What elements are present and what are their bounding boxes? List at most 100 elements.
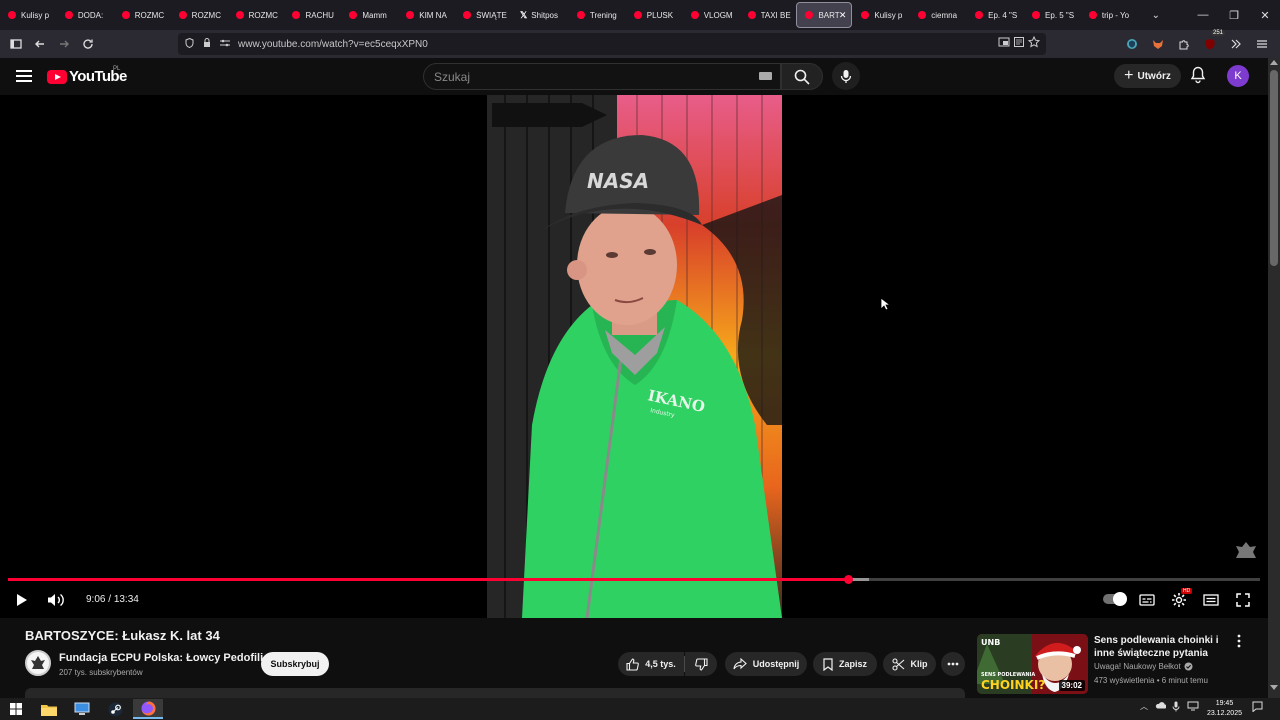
search-button[interactable] (781, 63, 823, 90)
description-box[interactable] (25, 688, 965, 698)
browser-tab[interactable]: trip - Yo (1081, 2, 1137, 28)
recommended-title[interactable]: Sens podlewania choinki i inne świąteczn… (1094, 634, 1224, 660)
miniplayer-button[interactable] (1202, 590, 1220, 610)
browser-tab[interactable]: ŚWIĄTE (455, 2, 511, 28)
tray-expand-icon[interactable]: ︿ (1140, 701, 1148, 712)
scrubber-handle[interactable] (843, 574, 853, 584)
youtube-icon (633, 11, 642, 19)
browser-tab[interactable]: Kulisy p (853, 2, 909, 28)
browser-tab[interactable]: TAXI BE (740, 2, 796, 28)
search-input[interactable] (434, 69, 734, 84)
youtube-icon (690, 11, 699, 19)
browser-tab[interactable]: ROZMC (114, 2, 170, 28)
permissions-icon[interactable] (216, 39, 234, 50)
like-button[interactable]: 4,5 tys. (618, 652, 684, 676)
taskbar-clock[interactable]: 19:45 23.12.2025 (1207, 699, 1242, 719)
progress-bar[interactable] (8, 574, 1260, 584)
browser-tab[interactable]: ROZMC (171, 2, 227, 28)
guide-menu-icon[interactable] (16, 70, 32, 82)
more-actions-button[interactable] (941, 652, 965, 676)
account-avatar[interactable]: K (1227, 65, 1249, 87)
mute-button[interactable] (46, 590, 66, 610)
gear-icon (1172, 593, 1186, 607)
clip-button[interactable]: Klip (883, 652, 936, 676)
video-frame[interactable]: IKANO Industry NASA (487, 95, 782, 618)
channel-watermark-icon[interactable] (1234, 541, 1258, 559)
ublock-extension-icon[interactable]: 251 (1198, 30, 1225, 56)
browser-tab[interactable]: ciemna (910, 2, 966, 28)
minimize-button[interactable]: — (1186, 0, 1220, 30)
browser-tab-active[interactable]: BART ✕ (796, 2, 853, 28)
channel-avatar[interactable] (25, 650, 51, 676)
keyboard-icon[interactable] (759, 72, 772, 80)
channel-name[interactable]: Fundacja ECPU Polska: Łowcy Pedofili (59, 652, 263, 664)
forward-button[interactable] (52, 32, 76, 56)
lock-icon[interactable] (198, 37, 216, 51)
autoplay-toggle[interactable] (1103, 592, 1127, 606)
overflow-chevrons-icon[interactable] (1224, 32, 1248, 56)
browser-tab[interactable]: VLOGM (683, 2, 739, 28)
youtube-icon (8, 11, 16, 19)
sidebar-toggle-icon[interactable] (4, 32, 28, 56)
voice-search-button[interactable] (832, 62, 860, 90)
picture-in-picture-icon[interactable] (998, 36, 1010, 51)
save-button[interactable]: Zapisz (813, 652, 877, 676)
browser-tab[interactable]: Trening (569, 2, 625, 28)
volume-icon (48, 593, 64, 607)
browser-tab[interactable]: Mamm (341, 2, 397, 28)
notifications-bell-icon[interactable] (1190, 66, 1206, 89)
url-text[interactable]: www.youtube.com/watch?v=ec5ceqxXPN0 (238, 39, 428, 50)
search-box[interactable] (423, 63, 781, 90)
scroll-down-arrow-icon[interactable] (1270, 685, 1278, 690)
scroll-up-arrow-icon[interactable] (1270, 60, 1278, 65)
this-pc-taskbar-icon[interactable] (67, 699, 97, 719)
create-button[interactable]: + Utwórz (1114, 64, 1181, 88)
windows-taskbar: ︿ 19:45 23.12.2025 (0, 698, 1280, 720)
start-button[interactable] (1, 699, 31, 719)
share-button[interactable]: Udostępnij (725, 652, 807, 676)
video-player[interactable]: IKANO Industry NASA 9:06 / 13:34 HD (0, 95, 1268, 618)
like-count: 4,5 tys. (645, 659, 676, 669)
scrollbar-thumb[interactable] (1270, 70, 1278, 266)
steam-taskbar-icon[interactable] (100, 699, 130, 719)
browser-tab[interactable]: PLUSK (626, 2, 682, 28)
bookmark-star-icon[interactable] (1027, 35, 1041, 51)
fullscreen-button[interactable] (1234, 590, 1252, 610)
recommended-thumbnail[interactable]: UNB SENS PODLEWANIA CHOINKI? 39:02 (977, 634, 1088, 694)
youtube-icon (406, 11, 415, 19)
reload-button[interactable] (76, 32, 100, 56)
subtitles-button[interactable] (1138, 590, 1156, 610)
onedrive-icon[interactable] (1155, 701, 1167, 711)
browser-tab[interactable]: DODA: (57, 2, 113, 28)
notification-center-icon[interactable] (1252, 701, 1263, 714)
subscribe-button[interactable]: Subskrybuj (261, 652, 329, 676)
browser-tab[interactable]: ROZMC (228, 2, 284, 28)
browser-tab[interactable]: Ep. 5 "S (1024, 2, 1080, 28)
browser-tab[interactable]: RACHU (284, 2, 340, 28)
vpn-extension-icon[interactable] (1120, 32, 1144, 56)
address-bar[interactable]: www.youtube.com/watch?v=ec5ceqxXPN0 (178, 33, 1046, 55)
browser-menu-icon[interactable] (1250, 32, 1274, 56)
browser-tab[interactable]: KIM NA (398, 2, 454, 28)
network-icon[interactable] (1187, 701, 1199, 713)
browser-tab[interactable]: 𝕏 Shitpos (512, 2, 568, 28)
firefox-taskbar-icon[interactable] (133, 699, 163, 719)
recommended-channel[interactable]: Uwaga! Naukowy Bełkot (1094, 662, 1193, 671)
tab-close-icon[interactable]: ✕ (839, 10, 847, 21)
fox-extension-icon[interactable] (1146, 32, 1170, 56)
dislike-button[interactable] (685, 652, 717, 676)
browser-tab[interactable]: Ep. 4 "S (967, 2, 1023, 28)
tab-list-chevron-icon[interactable]: ⌄ (1144, 3, 1168, 27)
shield-icon[interactable] (180, 37, 198, 51)
reader-view-icon[interactable] (1013, 36, 1025, 51)
close-window-button[interactable]: ✕ (1248, 0, 1280, 30)
microphone-tray-icon[interactable] (1172, 701, 1180, 714)
file-explorer-taskbar-icon[interactable] (34, 699, 64, 719)
maximize-button[interactable]: ❐ (1217, 0, 1251, 30)
extensions-puzzle-icon[interactable] (1172, 32, 1196, 56)
kebab-menu-icon[interactable] (1234, 634, 1244, 648)
back-button[interactable] (28, 32, 52, 56)
play-button[interactable] (14, 590, 30, 610)
browser-tab[interactable]: Kulisy p (0, 2, 56, 28)
page-scrollbar[interactable] (1268, 58, 1280, 698)
